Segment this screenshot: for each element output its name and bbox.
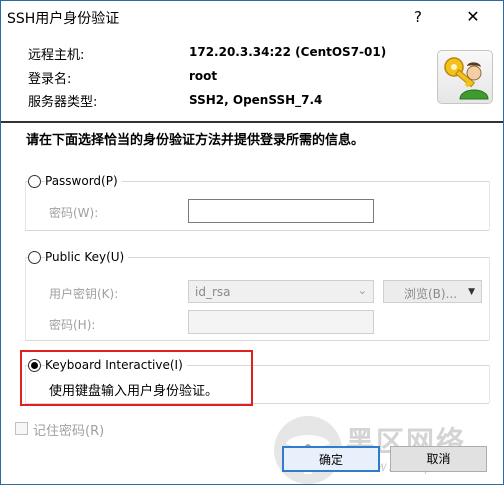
keyboard-group-right: [489, 365, 490, 403]
highlight-box: [20, 350, 253, 406]
browse-button[interactable]: 浏览(B)... ▼: [383, 280, 482, 303]
passphrase-input[interactable]: [188, 310, 374, 334]
server-type-value: SSH2, OpenSSH_7.4: [189, 93, 323, 107]
login-name-label: 登录名:: [28, 72, 72, 87]
ssh-auth-dialog: SSH用户身份验证 ? ✕ 远程主机: 172.20.3.34:22 (Cent…: [0, 0, 504, 485]
help-button[interactable]: ?: [406, 5, 430, 29]
password-radio[interactable]: [28, 175, 41, 188]
key-user-icon: [437, 50, 493, 104]
login-name-value: root: [189, 69, 218, 83]
server-type-label: 服务器类型:: [28, 95, 98, 110]
close-button[interactable]: ✕: [461, 5, 485, 29]
remember-password-checkbox[interactable]: [15, 422, 28, 435]
window-title: SSH用户身份验证: [7, 11, 120, 27]
cancel-button[interactable]: 取消: [390, 446, 487, 472]
host-value: 172.20.3.34:22 (CentOS7-01): [189, 45, 387, 59]
host-label: 远程主机:: [28, 48, 85, 63]
header-divider: [1, 121, 503, 123]
password-radio-label[interactable]: Password(P): [45, 174, 122, 188]
password-group-bottom: [25, 230, 489, 231]
password-group-left: [25, 181, 26, 230]
passphrase-label: 密码(H):: [49, 316, 100, 333]
publickey-group-right: [489, 257, 490, 340]
remember-password-label[interactable]: 记住密码(R): [33, 420, 109, 439]
password-input[interactable]: [188, 199, 374, 223]
user-key-select[interactable]: id_rsa ⌄: [188, 280, 374, 303]
publickey-radio-label[interactable]: Public Key(U): [45, 250, 129, 264]
dropdown-arrow-icon: ▼: [468, 287, 475, 297]
publickey-group-left: [25, 257, 26, 340]
instruction-text: 请在下面选择恰当的身份验证方法并提供登录所需的信息。: [26, 133, 365, 148]
publickey-group-bottom: [25, 340, 489, 341]
password-group-right: [489, 181, 490, 230]
password-field-label: 密码(W):: [49, 204, 103, 221]
publickey-radio[interactable]: [28, 251, 41, 264]
ok-button[interactable]: 确定: [282, 446, 380, 472]
user-key-selected: id_rsa: [195, 285, 231, 299]
user-key-label: 用户密钥(K):: [49, 285, 123, 302]
browse-label: 浏览(B)...: [404, 287, 458, 301]
title-bar: SSH用户身份验证 ? ✕: [1, 1, 503, 34]
chevron-down-icon: ⌄: [357, 284, 367, 297]
